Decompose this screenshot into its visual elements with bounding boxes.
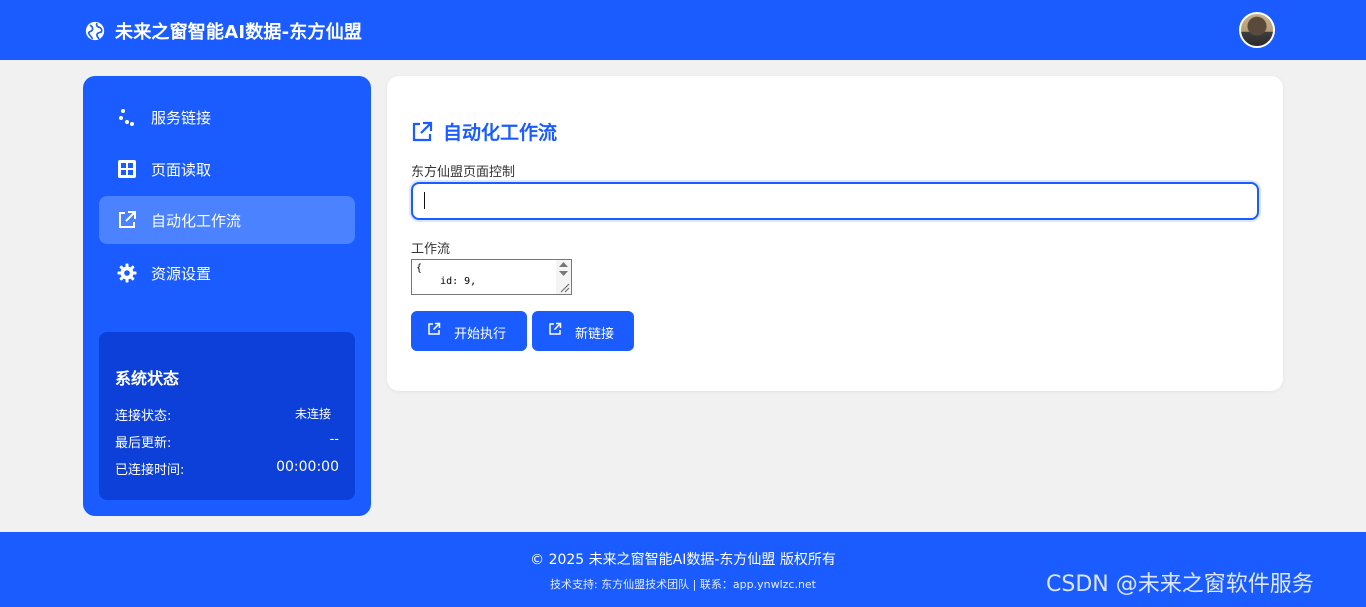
workflow-card: 自动化工作流 东方仙盟页面控制 工作流 { id: 9, 开始执行 新链接 <box>387 76 1283 391</box>
status-row-connected-time: 已连接时间: 00:00:00 <box>115 459 339 479</box>
status-value: 未连接 <box>294 407 331 421</box>
page-control-input[interactable] <box>411 182 1259 220</box>
workflow-textarea[interactable]: { id: 9, <box>411 259 572 295</box>
brand[interactable]: 未来之窗智能AI数据-东方仙盟 <box>84 18 362 44</box>
start-execution-button[interactable]: 开始执行 <box>411 311 527 351</box>
button-label: 新链接 <box>575 327 615 342</box>
csdn-watermark: CSDN @未来之窗软件服务 <box>1046 572 1314 597</box>
sidebar-item-label: 资源设置 <box>151 265 212 283</box>
card-header: 自动化工作流 <box>411 118 557 145</box>
user-avatar[interactable] <box>1239 12 1275 48</box>
status-row-connection: 连接状态: 未连接 <box>115 405 339 425</box>
status-row-last-update: 最后更新: -- <box>115 432 339 452</box>
external-link-icon <box>119 211 136 228</box>
sidebar: 服务链接 页面读取 自动化工作流 资源设置 系统状态 连接状态: 未连接 最后更… <box>83 76 371 516</box>
external-link-icon <box>412 121 433 141</box>
grid-icon <box>118 160 136 178</box>
sidebar-item-label: 页面读取 <box>151 161 212 179</box>
sidebar-item-label: 服务链接 <box>151 109 212 127</box>
status-value: 00:00:00 <box>276 459 339 475</box>
dots-icon <box>119 109 134 126</box>
external-link-icon <box>549 322 562 335</box>
sidebar-item-workflow[interactable]: 自动化工作流 <box>99 196 355 244</box>
sidebar-item-label: 自动化工作流 <box>151 212 242 230</box>
top-bar: 未来之窗智能AI数据-东方仙盟 <box>0 0 1366 60</box>
system-status-panel: 系统状态 连接状态: 未连接 最后更新: -- 已连接时间: 00:00:00 <box>99 332 355 500</box>
status-key: 已连接时间: <box>115 463 185 478</box>
textarea-scrollbar[interactable] <box>556 260 571 294</box>
text-caret <box>424 192 425 209</box>
page-control-label: 东方仙盟页面控制 <box>411 165 516 180</box>
button-label: 开始执行 <box>454 327 507 342</box>
external-link-icon <box>428 322 441 335</box>
app-title: 未来之窗智能AI数据-东方仙盟 <box>115 22 363 43</box>
workflow-label: 工作流 <box>411 242 451 257</box>
status-key: 连接状态: <box>115 409 172 424</box>
sidebar-item-service-links[interactable]: 服务链接 <box>99 93 355 141</box>
gear-icon <box>117 263 137 283</box>
status-title: 系统状态 <box>115 369 180 388</box>
status-value: -- <box>329 432 339 447</box>
new-link-button[interactable]: 新链接 <box>532 311 634 351</box>
sidebar-item-page-read[interactable]: 页面读取 <box>99 145 355 193</box>
globe-icon <box>85 21 105 41</box>
page-title: 自动化工作流 <box>443 122 558 144</box>
sidebar-item-resource-settings[interactable]: 资源设置 <box>99 249 355 297</box>
status-key: 最后更新: <box>115 436 172 451</box>
